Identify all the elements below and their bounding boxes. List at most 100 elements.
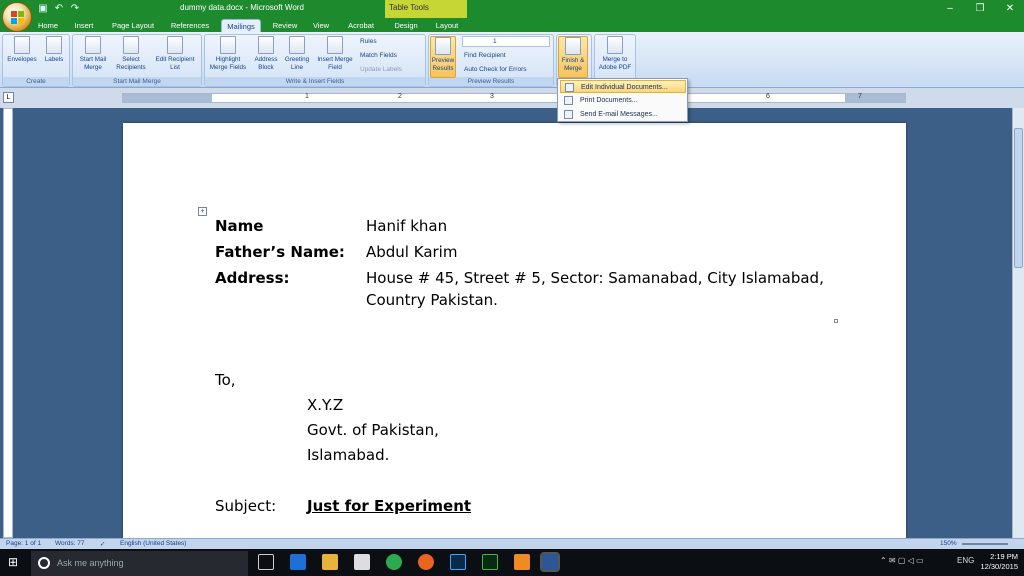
- tab-insert[interactable]: Insert: [70, 19, 98, 32]
- edge-icon[interactable]: [290, 554, 306, 570]
- dreamweaver-icon[interactable]: [482, 554, 498, 570]
- tab-mailings[interactable]: Mailings: [221, 19, 261, 32]
- horizontal-ruler[interactable]: [122, 93, 906, 103]
- minimize-button[interactable]: –: [940, 2, 960, 16]
- close-button[interactable]: ✕: [1000, 2, 1020, 16]
- auto-check-errors-button[interactable]: Auto Check for Errors: [464, 65, 527, 74]
- address-line-2: Country Pakistan.: [366, 291, 498, 309]
- labels-button[interactable]: Labels: [42, 36, 66, 64]
- ruler-number: 2: [398, 93, 402, 100]
- ruler-number: 1: [305, 93, 309, 100]
- mail-merge-icon: [85, 36, 101, 54]
- office-logo-icon: [11, 11, 24, 24]
- menu-print-documents[interactable]: Print Documents...: [560, 94, 686, 107]
- address-block-button[interactable]: Address Block: [252, 36, 280, 72]
- task-view-icon[interactable]: [258, 554, 274, 570]
- highlight-merge-fields-button[interactable]: Highlight Merge Fields: [208, 36, 248, 72]
- record-number[interactable]: 1: [493, 38, 497, 45]
- restore-button[interactable]: ❐: [970, 2, 990, 16]
- clock-time: 2:19 PM: [990, 552, 1018, 561]
- match-fields-button[interactable]: Match Fields: [360, 51, 397, 60]
- tray-icons[interactable]: ⌃ ✉ ▢ ◁ ▭: [880, 556, 924, 565]
- ruler-number: 7: [858, 93, 862, 100]
- zoom-slider[interactable]: [962, 543, 1008, 545]
- tab-references[interactable]: References: [166, 19, 214, 32]
- edit-document-icon: [565, 83, 574, 92]
- windows-start-icon[interactable]: ⊞: [8, 556, 21, 569]
- clock[interactable]: 2:19 PM 12/30/2015: [978, 552, 1018, 572]
- office-button[interactable]: [2, 2, 32, 32]
- envelope-icon: [14, 36, 30, 54]
- address-block-icon: [258, 36, 274, 54]
- recipients-icon: [123, 36, 139, 54]
- window-title: dummy data.docx - Microsoft Word: [180, 3, 304, 12]
- table-move-handle[interactable]: +: [198, 207, 207, 216]
- file-explorer-icon[interactable]: [322, 554, 338, 570]
- photoshop-icon[interactable]: [450, 554, 466, 570]
- finish-merge-menu: Edit Individual Documents... Print Docum…: [557, 78, 688, 122]
- tab-review[interactable]: Review: [268, 19, 302, 32]
- app-icon[interactable]: [514, 554, 530, 570]
- envelopes-button[interactable]: Envelopes: [6, 36, 38, 64]
- email-icon: [564, 110, 573, 119]
- update-labels-button: Update Labels: [360, 66, 402, 73]
- word-taskbar-icon[interactable]: [540, 552, 560, 572]
- tab-design[interactable]: Design: [390, 19, 422, 32]
- page-count[interactable]: Page: 1 of 1: [6, 540, 41, 547]
- pdf-icon: [607, 36, 623, 54]
- store-icon[interactable]: [354, 554, 370, 570]
- select-recipients-button[interactable]: Select Recipients: [112, 36, 150, 72]
- find-recipient-button[interactable]: Find Recipient: [464, 51, 506, 60]
- tab-selector[interactable]: L: [3, 92, 14, 103]
- merge-to-pdf-button[interactable]: Merge to Adobe PDF: [596, 36, 634, 72]
- proofing-icon[interactable]: ✓: [100, 540, 105, 548]
- chrome-icon[interactable]: [386, 554, 402, 570]
- subject-value: Just for Experiment: [307, 497, 472, 515]
- tab-home[interactable]: Home: [34, 19, 62, 32]
- preview-results-button[interactable]: Preview Results: [430, 36, 456, 78]
- finish-merge-button[interactable]: Finish & Merge: [558, 36, 588, 78]
- vertical-ruler[interactable]: [3, 108, 13, 538]
- rules-button[interactable]: Rules: [360, 37, 377, 46]
- ruler-right-margin: [845, 94, 905, 102]
- language[interactable]: English (United States): [120, 540, 186, 547]
- language-indicator[interactable]: ENG: [957, 556, 974, 565]
- start-mail-merge-button[interactable]: Start Mail Merge: [76, 36, 110, 72]
- insert-merge-field-button[interactable]: Insert Merge Field: [314, 36, 356, 72]
- tab-view[interactable]: View: [308, 19, 334, 32]
- table-tools-context: Table Tools: [385, 0, 467, 18]
- print-icon: [564, 96, 573, 105]
- title-bar: dummy data.docx - Microsoft Word Table T…: [0, 0, 1024, 18]
- menu-send-email[interactable]: Send E-mail Messages...: [560, 108, 686, 121]
- edit-recipient-list-button[interactable]: Edit Recipient List: [152, 36, 198, 72]
- edit-list-icon: [167, 36, 183, 54]
- to-line-1: X.Y.Z: [307, 396, 344, 414]
- word-count[interactable]: Words: 77: [55, 540, 85, 547]
- labels-icon: [46, 36, 62, 54]
- zoom-level[interactable]: 150%: [940, 540, 957, 547]
- scrollbar-thumb[interactable]: [1014, 128, 1023, 268]
- table-resize-handle[interactable]: [834, 319, 838, 323]
- document-page[interactable]: [123, 123, 906, 538]
- tab-layout[interactable]: Layout: [432, 19, 462, 32]
- undo-icon[interactable]: ↶: [52, 2, 66, 16]
- tab-page-layout[interactable]: Page Layout: [108, 19, 158, 32]
- insert-field-icon: [327, 36, 343, 54]
- firefox-icon[interactable]: [418, 554, 434, 570]
- to-label: To,: [215, 371, 236, 389]
- subject-label: Subject:: [215, 497, 277, 515]
- name-value: Hanif khan: [366, 217, 448, 235]
- highlight-icon: [220, 36, 236, 54]
- cortana-search[interactable]: Ask me anything: [31, 551, 248, 576]
- father-value: Abdul Karim: [366, 243, 458, 261]
- redo-icon[interactable]: ↷: [68, 2, 82, 16]
- record-navigator[interactable]: 1: [462, 36, 550, 47]
- greeting-line-button[interactable]: Greeting Line: [282, 36, 312, 72]
- finish-merge-icon: [565, 37, 581, 55]
- address-line-1: House # 45, Street # 5, Sector: Samanaba…: [366, 269, 824, 287]
- menu-edit-individual-documents[interactable]: Edit Individual Documents...: [560, 80, 686, 93]
- address-label: Address:: [215, 269, 290, 287]
- ruler-number: 3: [490, 93, 494, 100]
- tab-acrobat[interactable]: Acrobat: [342, 19, 380, 32]
- save-icon[interactable]: ▣: [36, 2, 50, 16]
